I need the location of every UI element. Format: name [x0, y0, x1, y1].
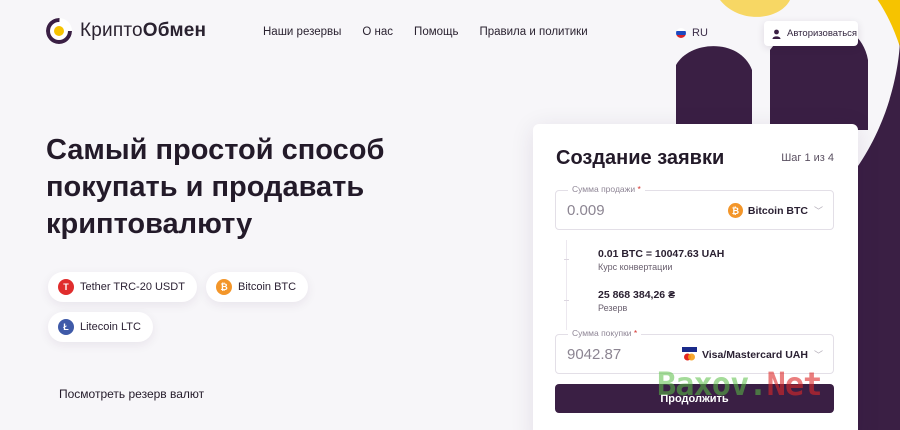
- sell-currency-label: Bitcoin BTC: [747, 204, 808, 217]
- reserve-caption: Резерв: [598, 303, 628, 313]
- conversion-rate-value: 0.01 BTC = 10047.63 UAH: [598, 248, 725, 260]
- watermark: Baxov.Net: [657, 365, 822, 403]
- site-header: КриптоОбмен Наши резервы О нас Помощь Пр…: [0, 0, 900, 66]
- coin-chip-label: Tether TRC-20 USDT: [80, 281, 185, 293]
- russia-flag-icon: [676, 28, 686, 38]
- step-indicator: Шаг 1 из 4: [781, 152, 834, 164]
- sell-amount-label: Сумма продажи *: [568, 184, 645, 194]
- reserve-info: 25 868 384,26 ₴ Резерв: [598, 289, 675, 313]
- sell-amount-input[interactable]: 0.009: [567, 202, 605, 219]
- timeline-divider: [566, 240, 567, 330]
- logo-mark-icon: [46, 18, 72, 44]
- nav-item-about[interactable]: О нас: [362, 26, 393, 38]
- view-reserves-link[interactable]: Посмотреть резерв валют: [59, 387, 204, 401]
- sell-currency-select[interactable]: ₿ Bitcoin BTC ﹀: [727, 203, 823, 218]
- nav-item-help[interactable]: Помощь: [414, 26, 458, 38]
- nav-item-rules[interactable]: Правила и политики: [479, 26, 587, 38]
- login-button[interactable]: Авторизоваться: [764, 21, 858, 46]
- conversion-rate: 0.01 BTC = 10047.63 UAH Курс конвертации: [598, 248, 724, 272]
- buy-amount-label: Сумма покупки *: [568, 328, 642, 338]
- timeline-dot: [564, 300, 569, 301]
- conversion-rate-caption: Курс конвертации: [598, 262, 673, 272]
- language-code: RU: [692, 27, 708, 39]
- sell-amount-field[interactable]: Сумма продажи * 0.009 ₿ Bitcoin BTC ﹀: [555, 184, 834, 230]
- user-icon: [772, 29, 781, 39]
- litecoin-icon: Ł: [58, 319, 74, 335]
- buy-amount-input[interactable]: 9042.87: [567, 346, 621, 363]
- coin-chip-label: Bitcoin BTC: [238, 281, 297, 293]
- coin-chip-tether[interactable]: T Tether TRC-20 USDT: [48, 272, 197, 302]
- login-label: Авторизоваться: [787, 28, 858, 39]
- bitcoin-icon: ₿: [216, 279, 232, 295]
- timeline-dot: [564, 259, 569, 260]
- form-title: Создание заявки: [556, 147, 725, 169]
- reserve-value: 25 868 384,26 ₴: [598, 289, 676, 301]
- main-nav: Наши резервы О нас Помощь Правила и поли…: [263, 26, 609, 38]
- language-switcher[interactable]: RU: [676, 27, 708, 39]
- tether-icon: T: [58, 279, 74, 295]
- nav-item-reserves[interactable]: Наши резервы: [263, 26, 341, 38]
- bitcoin-icon: ₿: [727, 203, 743, 218]
- brand-logo[interactable]: КриптоОбмен: [46, 18, 206, 44]
- chevron-down-icon: ﹀: [813, 206, 823, 216]
- coin-chip-litecoin[interactable]: Ł Litecoin LTC: [48, 312, 153, 342]
- hero-title: Самый простой способ покупать и продават…: [46, 134, 385, 240]
- brand-name: КриптоОбмен: [80, 20, 207, 41]
- coin-chip-bitcoin[interactable]: ₿ Bitcoin BTC: [206, 272, 309, 302]
- coin-chip-label: Litecoin LTC: [80, 321, 141, 333]
